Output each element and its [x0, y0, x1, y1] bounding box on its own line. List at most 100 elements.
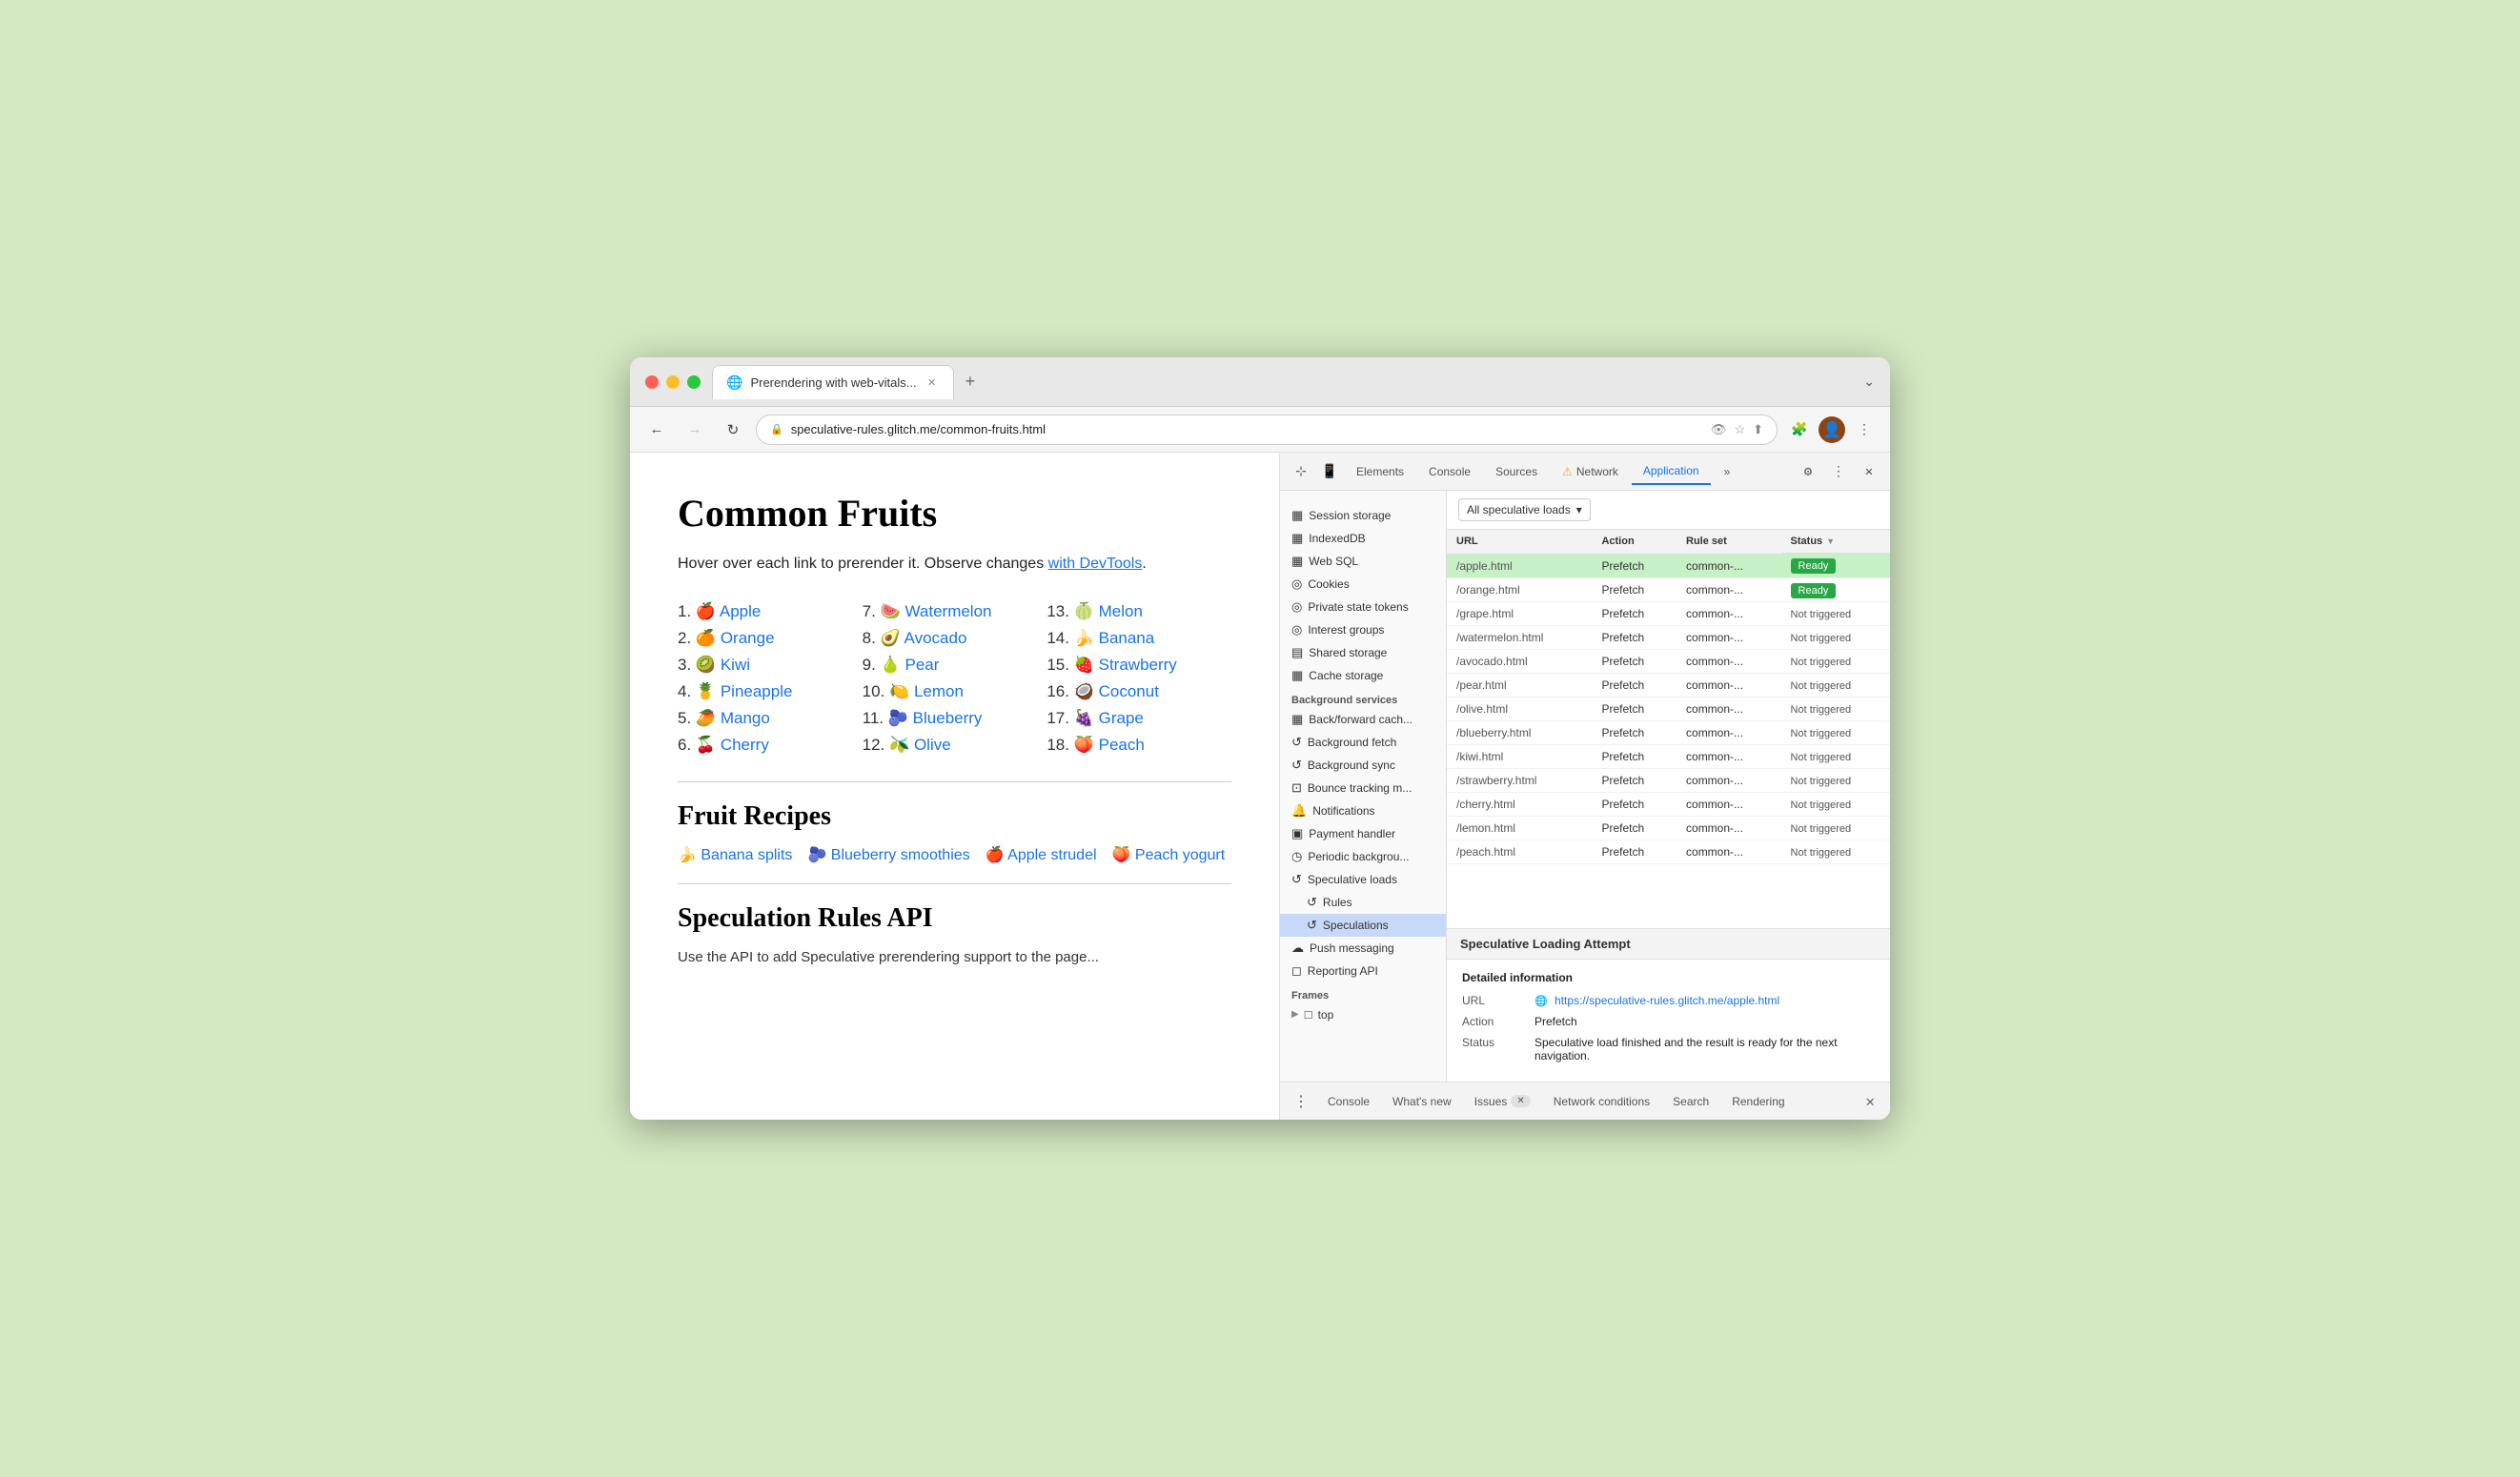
sidebar-item-push-messaging[interactable]: ☁Push messaging — [1280, 937, 1446, 960]
sidebar-item-periodic-backgrou-[interactable]: ◷Periodic backgrou... — [1280, 845, 1446, 868]
bottom-tab-console[interactable]: Console — [1318, 1090, 1379, 1113]
recipe-link[interactable]: 🍌 Banana splits — [678, 845, 792, 864]
table-row[interactable]: /kiwi.html Prefetch common-... Not trigg… — [1447, 744, 1890, 768]
fruit-link[interactable]: Blueberry — [913, 709, 983, 727]
tab-close-button[interactable]: ✕ — [925, 374, 940, 390]
sidebar-item-web-sql[interactable]: ▦Web SQL — [1280, 550, 1446, 573]
table-row[interactable]: /watermelon.html Prefetch common-... Not… — [1447, 625, 1890, 649]
sidebar-item-reporting-api[interactable]: ◻Reporting API — [1280, 960, 1446, 982]
table-row[interactable]: /grape.html Prefetch common-... Not trig… — [1447, 601, 1890, 625]
fruit-link[interactable]: Peach — [1099, 736, 1145, 754]
devtools-select-icon[interactable]: ⊹ — [1288, 458, 1314, 485]
extensions-icon[interactable]: 🧩 — [1785, 415, 1814, 444]
star-icon[interactable]: ☆ — [1734, 422, 1745, 437]
sidebar-item-notifications[interactable]: 🔔Notifications — [1280, 799, 1446, 822]
bottom-tab-issues[interactable]: Issues ✕ — [1465, 1090, 1540, 1113]
fruit-link[interactable]: Avocado — [904, 629, 967, 647]
col-status[interactable]: Status ▼ — [1781, 530, 1890, 554]
table-row[interactable]: /cherry.html Prefetch common-... Not tri… — [1447, 792, 1890, 816]
tab-more[interactable]: » — [1713, 459, 1742, 484]
sidebar-item-shared-storage[interactable]: ▤Shared storage — [1280, 641, 1446, 664]
more-options-icon[interactable]: ⋮ — [1850, 415, 1879, 444]
col-url[interactable]: URL — [1447, 530, 1592, 554]
col-ruleset[interactable]: Rule set — [1677, 530, 1781, 554]
col-action[interactable]: Action — [1592, 530, 1677, 554]
bottom-tab-rendering[interactable]: Rendering — [1722, 1090, 1794, 1113]
table-row[interactable]: /pear.html Prefetch common-... Not trigg… — [1447, 673, 1890, 697]
tab-sources[interactable]: Sources — [1484, 459, 1549, 484]
sidebar-item-cookies[interactable]: ◎Cookies — [1280, 573, 1446, 596]
tab-dropdown-icon[interactable]: ⌄ — [1863, 374, 1875, 390]
avatar[interactable]: 👤 — [1819, 416, 1845, 443]
fruit-link[interactable]: Coconut — [1099, 682, 1159, 700]
sidebar-item-background-fetch[interactable]: ↺Background fetch — [1280, 731, 1446, 754]
sidebar-item-speculations[interactable]: ↺Speculations — [1280, 914, 1446, 937]
sidebar-item-cache-storage[interactable]: ▦Cache storage — [1280, 664, 1446, 687]
forward-button[interactable]: → — [680, 415, 710, 445]
fruit-link[interactable]: Pear — [904, 656, 939, 674]
sidebar-item-session-storage[interactable]: ▦Session storage — [1280, 504, 1446, 527]
table-row[interactable]: /olive.html Prefetch common-... Not trig… — [1447, 697, 1890, 720]
fruit-link[interactable]: Cherry — [721, 736, 769, 754]
sidebar-item-frames-top[interactable]: ▶□top — [1280, 1003, 1446, 1025]
fruit-link[interactable]: Lemon — [914, 682, 964, 700]
tab-application[interactable]: Application — [1632, 458, 1711, 485]
sidebar-item-private-state-tokens[interactable]: ◎Private state tokens — [1280, 596, 1446, 618]
bottom-more-icon[interactable]: ⋮ — [1288, 1088, 1314, 1114]
minimize-traffic-light[interactable] — [666, 375, 680, 389]
fruit-link[interactable]: Olive — [914, 736, 951, 754]
fruit-link[interactable]: Orange — [721, 629, 775, 647]
sidebar-item-bounce-tracking-m-[interactable]: ⊡Bounce tracking m... — [1280, 777, 1446, 799]
devtools-more-icon[interactable]: ⋮ — [1825, 458, 1852, 485]
fruit-link[interactable]: Pineapple — [721, 682, 793, 700]
fruit-link[interactable]: Mango — [721, 709, 770, 727]
devtools-device-icon[interactable]: 📱 — [1316, 458, 1343, 485]
tab-elements[interactable]: Elements — [1345, 459, 1415, 484]
sla-url-link[interactable]: https://speculative-rules.glitch.me/appl… — [1555, 994, 1779, 1007]
download-icon[interactable]: ⬆ — [1753, 422, 1763, 437]
bottom-close-button[interactable]: ✕ — [1858, 1088, 1882, 1114]
devtools-close-icon[interactable]: ✕ — [1856, 458, 1882, 485]
active-tab[interactable]: 🌐 Prerendering with web-vitals... ✕ — [712, 365, 954, 399]
sidebar-item-speculative-loads[interactable]: ↺Speculative loads — [1280, 868, 1446, 891]
bottom-tab-search[interactable]: Search — [1663, 1090, 1718, 1113]
new-tab-button[interactable]: + — [958, 368, 984, 395]
reload-button[interactable]: ↻ — [718, 415, 748, 445]
sidebar-item-rules[interactable]: ↺Rules — [1280, 891, 1446, 914]
recipe-link[interactable]: 🍎 Apple strudel — [986, 845, 1097, 864]
tab-network[interactable]: ⚠Network — [1551, 459, 1630, 484]
table-row[interactable]: /avocado.html Prefetch common-... Not tr… — [1447, 649, 1890, 673]
recipe-link[interactable]: 🍑 Peach yogurt — [1112, 845, 1226, 864]
close-traffic-light[interactable] — [645, 375, 659, 389]
fruit-link[interactable]: Kiwi — [721, 656, 750, 674]
table-row[interactable]: /strawberry.html Prefetch common-... Not… — [1447, 768, 1890, 792]
table-row[interactable]: /apple.html Prefetch common-... Ready — [1447, 554, 1890, 577]
fruit-link[interactable]: Apple — [720, 602, 761, 620]
tab-console[interactable]: Console — [1417, 459, 1482, 484]
sidebar-item-interest-groups[interactable]: ◎Interest groups — [1280, 618, 1446, 641]
fruit-link[interactable]: Grape — [1099, 709, 1144, 727]
bottom-tab-whatsnew[interactable]: What's new — [1383, 1090, 1461, 1113]
fruit-link[interactable]: Melon — [1099, 602, 1143, 620]
back-button[interactable]: ← — [641, 415, 672, 445]
fruit-link[interactable]: Watermelon — [904, 602, 991, 620]
recipe-link[interactable]: 🫐 Blueberry smoothies — [807, 845, 969, 864]
sidebar-item-indexeddb[interactable]: ▦IndexedDB — [1280, 527, 1446, 550]
address-bar[interactable]: 🔒 speculative-rules.glitch.me/common-fru… — [756, 415, 1778, 445]
sidebar-item-back-forward-cach-[interactable]: ▦Back/forward cach... — [1280, 708, 1446, 731]
table-row[interactable]: /blueberry.html Prefetch common-... Not … — [1447, 720, 1890, 744]
sidebar-item-payment-handler[interactable]: ▣Payment handler — [1280, 822, 1446, 845]
devtools-link[interactable]: with DevTools — [1048, 556, 1143, 572]
bottom-tab-network-conditions[interactable]: Network conditions — [1544, 1090, 1659, 1113]
profile-icon[interactable]: 👤 — [1818, 415, 1846, 444]
fruit-link[interactable]: Strawberry — [1099, 656, 1177, 674]
settings-icon[interactable]: ⚙ — [1795, 458, 1821, 485]
speculative-filter-dropdown[interactable]: All speculative loads ▾ — [1458, 498, 1591, 521]
sort-icon[interactable]: ▼ — [1826, 536, 1835, 546]
sidebar-item-background-sync[interactable]: ↺Background sync — [1280, 754, 1446, 777]
table-row[interactable]: /orange.html Prefetch common-... Ready — [1447, 577, 1890, 601]
table-row[interactable]: /peach.html Prefetch common-... Not trig… — [1447, 840, 1890, 863]
fullscreen-traffic-light[interactable] — [687, 375, 701, 389]
fruit-link[interactable]: Banana — [1099, 629, 1155, 647]
table-row[interactable]: /lemon.html Prefetch common-... Not trig… — [1447, 816, 1890, 840]
